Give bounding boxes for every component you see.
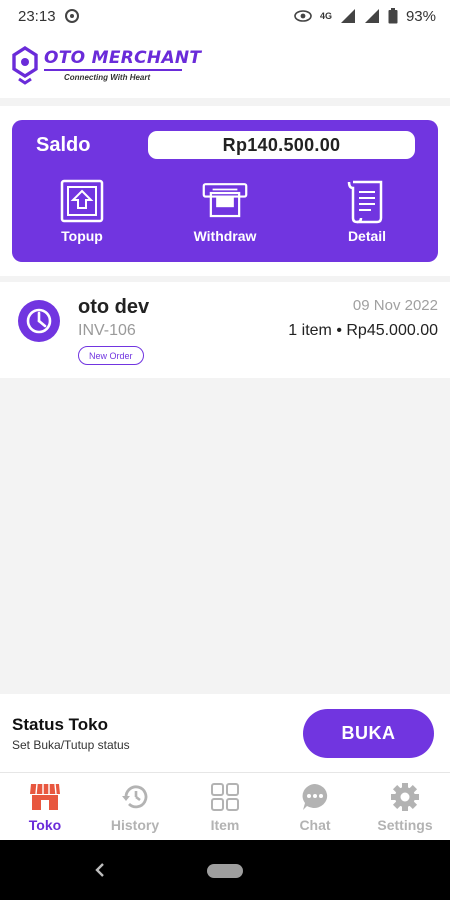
- order-invoice: INV-106: [78, 322, 136, 339]
- order-summary: 1 item • Rp45.000.00: [288, 322, 438, 339]
- system-nav-bar: [0, 840, 450, 900]
- detail-button[interactable]: Detail: [322, 178, 412, 244]
- home-pill[interactable]: [207, 864, 243, 878]
- store-status-panel: Status Toko Set Buka/Tutup status BUKA: [0, 694, 450, 772]
- saldo-card: Saldo Rp140.500.00 Topup Withdraw Detail: [12, 120, 438, 262]
- clock-icon: [18, 300, 60, 342]
- nav-label-chat: Chat: [299, 816, 331, 833]
- store-status-subtitle: Set Buka/Tutup status: [12, 738, 130, 752]
- nav-label-toko: Toko: [28, 816, 62, 833]
- brand-name: OTO MERCHANT: [44, 48, 202, 68]
- withdraw-button[interactable]: Withdraw: [180, 178, 270, 244]
- gear-icon: [389, 781, 421, 813]
- withdraw-icon: [202, 178, 248, 224]
- app-header: OTO MERCHANT Connecting With Heart: [0, 32, 450, 98]
- battery-icon: [388, 8, 398, 24]
- order-status-badge: New Order: [78, 346, 144, 365]
- saldo-amount: Rp140.500.00: [148, 131, 415, 159]
- nav-item-settings[interactable]: Settings: [360, 773, 450, 840]
- signal-icon: [340, 8, 356, 24]
- topup-icon: [59, 178, 105, 224]
- open-store-button[interactable]: BUKA: [303, 709, 434, 758]
- order-customer-name: oto dev: [78, 296, 150, 318]
- topup-button[interactable]: Topup: [37, 178, 127, 244]
- nav-label-item: Item: [210, 816, 240, 833]
- grid-icon: [209, 781, 241, 813]
- nav-label-settings: Settings: [377, 816, 433, 833]
- nav-item-history[interactable]: History: [90, 773, 180, 840]
- order-date: 09 Nov 2022: [352, 297, 438, 314]
- saldo-label: Saldo: [36, 134, 91, 156]
- data-saver-icon: [64, 8, 80, 24]
- brand-tagline: Connecting With Heart: [64, 73, 151, 82]
- withdraw-label: Withdraw: [193, 228, 257, 244]
- nav-label-history: History: [110, 816, 160, 833]
- receipt-icon: [344, 178, 390, 224]
- detail-label: Detail: [347, 228, 387, 244]
- saldo-section: Saldo Rp140.500.00 Topup Withdraw Detail: [0, 106, 450, 276]
- eye-icon: [294, 10, 312, 22]
- nav-item-chat[interactable]: Chat: [270, 773, 360, 840]
- nav-item-toko[interactable]: Toko: [0, 773, 90, 840]
- signal-icon: [364, 8, 380, 24]
- status-time: 23:13: [18, 7, 56, 25]
- brand-underline: [44, 69, 182, 71]
- bottom-nav: Toko History Item Chat Settings: [0, 772, 450, 840]
- nav-item-item[interactable]: Item: [180, 773, 270, 840]
- order-list-item[interactable]: oto dev INV-106 New Order 09 Nov 2022 1 …: [0, 282, 450, 378]
- network-type: 4G: [319, 11, 332, 21]
- back-icon[interactable]: [92, 860, 108, 880]
- history-icon: [119, 781, 151, 813]
- store-icon: [29, 781, 61, 813]
- logo-icon: [12, 45, 38, 85]
- topup-label: Topup: [61, 228, 103, 244]
- store-status-title: Status Toko: [12, 715, 109, 734]
- chat-icon: [299, 781, 331, 813]
- battery-level: 93%: [405, 7, 436, 25]
- status-bar: 23:13 4G 93%: [0, 0, 450, 32]
